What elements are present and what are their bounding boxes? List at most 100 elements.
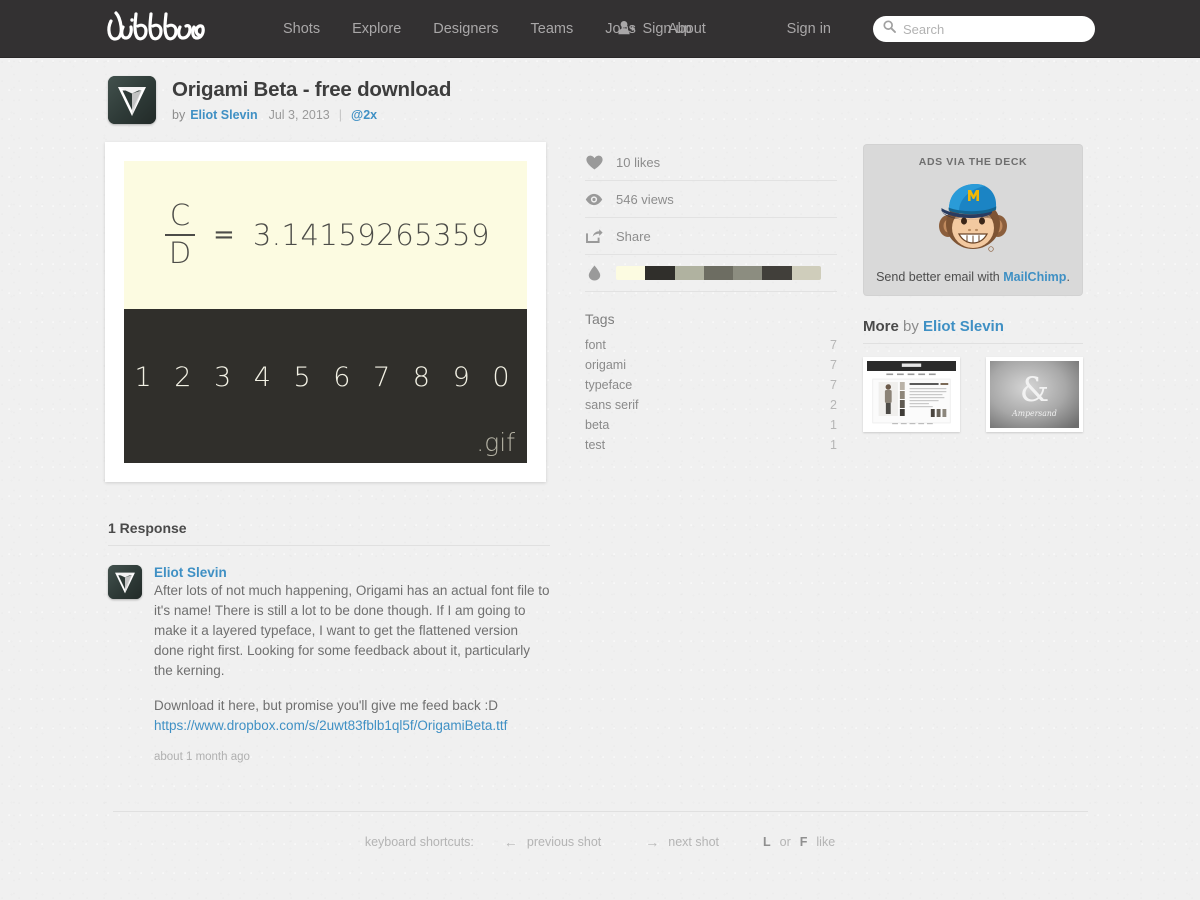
tag-count: 1	[830, 438, 837, 452]
shot-meta: by Eliot Slevin Jul 3, 2013 | @2x	[172, 108, 451, 122]
thumbnail-website-mockup[interactable]	[863, 357, 960, 432]
ad-caption: Send better email with MailChimp.	[873, 270, 1073, 284]
comment-body: Eliot Slevin After lots of not much happ…	[154, 565, 550, 763]
gif-format-label: .gif	[476, 428, 515, 457]
shot-frame[interactable]: C D = 3.14159265359 1 2 3 4 5 6 7 8 9 0 …	[105, 142, 546, 482]
meta-separator: |	[338, 108, 343, 122]
tag-link[interactable]: test	[585, 438, 605, 452]
tag-link[interactable]: typeface	[585, 378, 632, 392]
search-input[interactable]	[903, 21, 1085, 37]
mailchimp-link[interactable]: MailChimp	[1003, 270, 1066, 284]
palette-swatch-6[interactable]	[762, 266, 792, 280]
tag-link[interactable]: origami	[585, 358, 626, 372]
shot-date: Jul 3, 2013	[268, 108, 330, 122]
tag-link[interactable]: beta	[585, 418, 609, 432]
views-label: 546 views	[616, 191, 674, 207]
droplet-icon	[585, 265, 603, 281]
search-icon	[883, 20, 896, 38]
comment: Eliot Slevin After lots of not much happ…	[108, 565, 550, 763]
stats-column: 10 likes 546 views Share Tags font 7 ori…	[585, 142, 837, 455]
tag-link[interactable]: font	[585, 338, 606, 352]
numerals-specimen: 1 2 3 4 5 6 7 8 9 0	[134, 362, 517, 393]
shot-header: Origami Beta - free download by Eliot Sl…	[105, 76, 1095, 124]
nav-item-designers[interactable]: Designers	[417, 0, 514, 58]
retina-toggle[interactable]: @2x	[351, 108, 377, 122]
svg-text:Ampersand: Ampersand	[1011, 409, 1057, 418]
responses-section: 1 Response Eliot Slevin After lots of no…	[105, 520, 550, 763]
more-thumbnails: & Ampersand	[863, 357, 1083, 432]
palette-swatch-4[interactable]	[703, 266, 734, 280]
tag-link[interactable]: sans serif	[585, 398, 639, 412]
nav-item-shots[interactable]: Shots	[267, 0, 336, 58]
like-key-f: F	[799, 835, 808, 849]
comment-avatar[interactable]	[108, 565, 142, 599]
nav-item-teams[interactable]: Teams	[515, 0, 590, 58]
page-container: Origami Beta - free download by Eliot Sl…	[105, 58, 1095, 850]
more-author-link[interactable]: Eliot Slevin	[923, 318, 1004, 335]
sign-up-button[interactable]: Sign up	[618, 20, 692, 39]
ad-kicker: ADS VIA THE DECK	[918, 156, 1028, 168]
more-label: More	[863, 318, 899, 335]
thumbnail-ampersand[interactable]: & Ampersand	[986, 357, 1083, 432]
tags-heading: Tags	[585, 311, 615, 327]
more-by-heading: More by Eliot Slevin	[863, 318, 1083, 344]
shortcut-next-shot: → next shot	[645, 834, 719, 850]
shortcut-previous-shot: ← previous shot	[504, 834, 601, 850]
comment-dropbox-link[interactable]: https://www.dropbox.com/s/2uwt83fblb1ql5…	[154, 718, 507, 733]
header-right-group: Sign up Sign in	[618, 0, 1095, 58]
sign-in-button[interactable]: Sign in	[787, 21, 831, 37]
comment-author-link[interactable]: Eliot Slevin	[154, 565, 550, 580]
author-link[interactable]: Eliot Slevin	[190, 108, 257, 122]
palette-swatch-7[interactable]	[791, 266, 821, 280]
shortcut-previous-label: previous shot	[526, 835, 602, 849]
like-action-label: like	[816, 835, 836, 849]
palette-swatch-5[interactable]	[733, 266, 763, 280]
tag-row: test 1	[585, 435, 837, 455]
equals-sign: =	[213, 220, 235, 250]
sign-up-label: Sign up	[642, 21, 692, 37]
share-row[interactable]: Share	[585, 218, 837, 255]
ad-card[interactable]: ADS VIA THE DECK Send better email with …	[863, 144, 1083, 296]
user-add-icon	[618, 20, 636, 39]
tags-list: font 7 origami 7 typeface 7 sans serif 2…	[585, 335, 837, 455]
right-sidebar: ADS VIA THE DECK Send better email with …	[863, 142, 1083, 432]
comment-text: After lots of not much happening, Origam…	[154, 581, 550, 736]
shot-image[interactable]: C D = 3.14159265359 1 2 3 4 5 6 7 8 9 0 …	[124, 161, 527, 463]
fraction-denominator: D	[168, 236, 192, 270]
palette-swatch-3[interactable]	[674, 266, 704, 280]
comment-paragraph-2: Download it here, but promise you'll giv…	[154, 696, 550, 736]
shot-column: C D = 3.14159265359 1 2 3 4 5 6 7 8 9 0 …	[105, 142, 550, 482]
shortcut-like: L or F like	[763, 835, 835, 849]
dribbble-logo[interactable]	[105, 10, 233, 48]
like-key-l: L	[763, 835, 771, 849]
color-palette[interactable]	[616, 266, 821, 280]
palette-swatch-1[interactable]	[616, 266, 646, 280]
author-avatar[interactable]	[108, 76, 156, 124]
ad-caption-prefix: Send better email with	[876, 270, 1004, 284]
search-box[interactable]	[873, 16, 1095, 42]
likes-label: 10 likes	[616, 154, 661, 170]
nav-item-explore[interactable]: Explore	[336, 0, 417, 58]
tag-row: font 7	[585, 335, 837, 355]
tag-row: typeface 7	[585, 375, 837, 395]
tag-count: 2	[830, 398, 837, 412]
likes-row[interactable]: 10 likes	[585, 144, 837, 181]
pi-value: 3.14159265359	[252, 218, 490, 252]
mailchimp-mascot-icon	[873, 174, 1073, 262]
responses-heading: 1 Response	[108, 520, 550, 546]
palette-swatch-2[interactable]	[645, 266, 675, 280]
arrow-right-icon: →	[645, 834, 660, 850]
arrow-left-icon: ←	[503, 834, 518, 850]
tag-count: 7	[830, 358, 837, 372]
site-header: Shots Explore Designers Teams Jobs About…	[0, 0, 1200, 58]
shot-image-bottom: 1 2 3 4 5 6 7 8 9 0 .gif	[124, 309, 527, 463]
comment-timestamp: about 1 month ago	[154, 751, 250, 763]
tag-row: origami 7	[585, 355, 837, 375]
heart-icon	[585, 155, 603, 170]
shortcut-next-label: next shot	[668, 835, 719, 849]
by-label: by	[172, 108, 186, 122]
tag-row: beta 1	[585, 415, 837, 435]
more-by-label: by	[898, 318, 924, 335]
page-title: Origami Beta - free download	[172, 78, 452, 101]
tag-count: 7	[830, 338, 837, 352]
